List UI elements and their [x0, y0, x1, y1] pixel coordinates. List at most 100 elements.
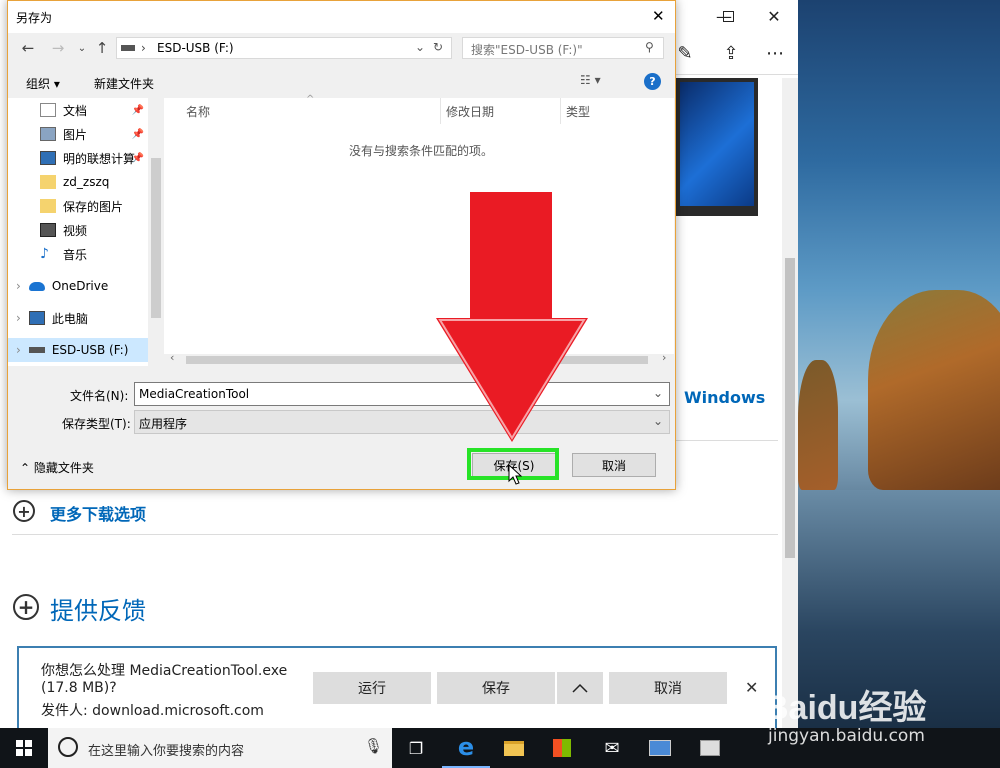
dialog-titlebar: 另存为 ✕ — [8, 1, 675, 33]
save-download-button[interactable]: 保存 — [437, 672, 555, 704]
folder-icon — [40, 199, 56, 213]
sidebar-item-music[interactable]: ♪ 音乐 — [40, 242, 148, 266]
computer-icon — [40, 151, 56, 165]
store-icon[interactable] — [538, 728, 586, 768]
hide-folders-toggle[interactable]: ⌃ 隐藏文件夹 — [20, 459, 94, 476]
browser-scrollbar[interactable] — [782, 78, 798, 728]
cloud-icon — [28, 281, 45, 291]
cancel-button[interactable]: 取消 — [572, 453, 656, 477]
horizontal-scrollbar[interactable]: ‹ › — [164, 351, 674, 366]
sidebar-item-pictures[interactable]: 图片 📌 — [40, 122, 148, 146]
app-icon[interactable] — [636, 728, 684, 768]
microphone-icon[interactable]: 🎙 — [364, 737, 383, 755]
cortana-circle-icon[interactable] — [58, 737, 78, 757]
up-arrow-icon[interactable]: ↑ — [92, 37, 112, 59]
search-placeholder: 搜索"ESD-USB (F:)" — [471, 43, 583, 57]
nav-scrollbar[interactable] — [148, 98, 164, 366]
close-window-icon[interactable]: ✕ — [757, 0, 791, 32]
annotation-arrow — [436, 192, 588, 442]
address-dropdown-icon[interactable]: ⌄ — [415, 40, 425, 54]
filename-dropdown-icon[interactable]: ⌄ — [653, 386, 663, 400]
download-publisher: 发件人: download.microsoft.com — [41, 703, 264, 719]
download-question: 你想怎么处理 MediaCreationTool.exe — [41, 663, 288, 679]
maximize-icon — [722, 10, 734, 22]
sidebar-item-folder-zd[interactable]: zd_zszq — [40, 170, 148, 194]
mail-icon[interactable]: ✉ — [588, 728, 636, 768]
navigation-pane: 文档 📌 图片 📌 明的联想计算 📌 zd_zszq 保存的图片 视频 ♪ 音乐 › On… — [8, 98, 164, 366]
expand-chevron-icon[interactable]: › — [16, 311, 21, 325]
document-icon — [40, 103, 56, 117]
close-dialog-icon[interactable]: ✕ — [652, 7, 665, 25]
more-downloads-link[interactable]: 更多下载选项 — [50, 501, 146, 525]
baidu-watermark: Baidu经验 jingyan.baidu.com — [760, 680, 996, 764]
usb-drive-icon — [28, 347, 45, 353]
windows-link[interactable]: Windows — [684, 388, 765, 407]
filetype-label: 保存类型(T): — [62, 417, 131, 431]
watermark-url: jingyan.baidu.com — [768, 726, 925, 746]
view-options-icon[interactable]: ☷ ▾ — [580, 73, 601, 87]
expand-chevron-icon[interactable]: › — [16, 343, 21, 357]
expand-plus-icon[interactable]: + — [13, 500, 35, 522]
sidebar-item-onedrive[interactable]: › OneDrive — [16, 274, 148, 298]
scroll-left-icon[interactable]: ‹ — [170, 351, 174, 364]
search-box[interactable]: 搜索"ESD-USB (F:)" ⚲ — [462, 37, 664, 59]
column-modified[interactable]: 修改日期 — [446, 98, 494, 124]
taskbar-search-box[interactable]: 在这里输入你要搜索的内容 🎙 — [48, 728, 392, 768]
drive-icon — [121, 45, 135, 51]
address-bar[interactable]: › ESD-USB (F:) ⌄ ↻ — [116, 37, 452, 59]
scroll-right-icon[interactable]: › — [662, 351, 666, 364]
sort-up-icon: ^ — [306, 94, 315, 105]
more-icon[interactable]: ⋯ — [760, 38, 790, 68]
help-icon[interactable]: ? — [644, 73, 661, 90]
back-arrow-icon[interactable]: ← — [18, 37, 38, 59]
breadcrumb-chevron-icon: › — [141, 41, 146, 55]
file-explorer-icon[interactable] — [490, 728, 538, 768]
recent-chevron-icon[interactable]: ⌄ — [72, 37, 92, 59]
edge-taskbar-icon[interactable]: e — [442, 728, 490, 768]
sidebar-item-this-pc[interactable]: › 此电脑 — [16, 306, 148, 330]
maximize-button[interactable] — [711, 0, 745, 32]
organize-button[interactable]: 组织 ▾ — [26, 75, 60, 92]
pin-icon: 📌 — [131, 104, 144, 116]
sidebar-item-videos[interactable]: 视频 — [40, 218, 148, 242]
cancel-download-button[interactable]: 取消 — [609, 672, 727, 704]
feedback-plus-icon[interactable]: + — [13, 594, 39, 620]
column-name[interactable]: 名称 — [186, 98, 210, 124]
taskbar-search-placeholder: 在这里输入你要搜索的内容 — [88, 744, 245, 759]
empty-message: 没有与搜索条件匹配的项。 — [349, 144, 494, 158]
dialog-title: 另存为 — [16, 11, 53, 25]
refresh-icon[interactable]: ↻ — [433, 40, 443, 54]
pictures-icon — [40, 127, 56, 141]
desktop-wallpaper — [798, 0, 1000, 728]
column-type[interactable]: 类型 — [566, 98, 590, 124]
start-windows-icon[interactable] — [0, 728, 48, 768]
breadcrumb-drive[interactable]: ESD-USB (F:) — [157, 41, 234, 55]
download-notification-bar: 你想怎么处理 MediaCreationTool.exe (17.8 MB)? … — [17, 646, 777, 728]
expand-chevron-icon[interactable]: › — [16, 279, 21, 293]
sidebar-item-documents[interactable]: 文档 📌 — [40, 98, 148, 122]
save-options-chevron-icon[interactable] — [557, 672, 603, 704]
pin-icon: 📌 — [131, 152, 144, 164]
video-icon — [40, 223, 56, 237]
sidebar-item-esd-usb[interactable]: › ESD-USB (F:) — [8, 338, 148, 362]
feedback-heading[interactable]: 提供反馈 — [50, 591, 146, 626]
watermark-brand: Baidu经验 — [764, 689, 927, 727]
sidebar-item-computer[interactable]: 明的联想计算 📌 — [40, 146, 148, 170]
sidebar-item-saved-pictures[interactable]: 保存的图片 — [40, 194, 148, 218]
search-icon: ⚲ — [645, 40, 654, 54]
file-list: 名称 ^ 修改日期 类型 没有与搜索条件匹配的项。 ‹ › — [164, 94, 674, 366]
download-size: (17.8 MB)? — [41, 680, 117, 696]
filename-label: 文件名(N): — [70, 389, 129, 403]
new-folder-button[interactable]: 新建文件夹 — [94, 75, 154, 92]
forward-arrow-icon[interactable]: → — [48, 37, 68, 59]
filetype-dropdown-icon[interactable]: ⌄ — [653, 414, 663, 428]
task-view-icon[interactable]: ❐ — [392, 728, 440, 768]
mouse-cursor-icon — [508, 464, 522, 485]
chevron-up-icon: ⌃ — [20, 461, 34, 475]
media-tool-icon[interactable] — [686, 728, 734, 768]
share-icon[interactable]: ⇪ — [716, 38, 746, 68]
close-download-bar-icon[interactable]: ✕ — [745, 678, 758, 697]
run-button[interactable]: 运行 — [313, 672, 431, 704]
folder-icon — [40, 175, 56, 189]
music-icon: ♪ — [40, 246, 49, 262]
